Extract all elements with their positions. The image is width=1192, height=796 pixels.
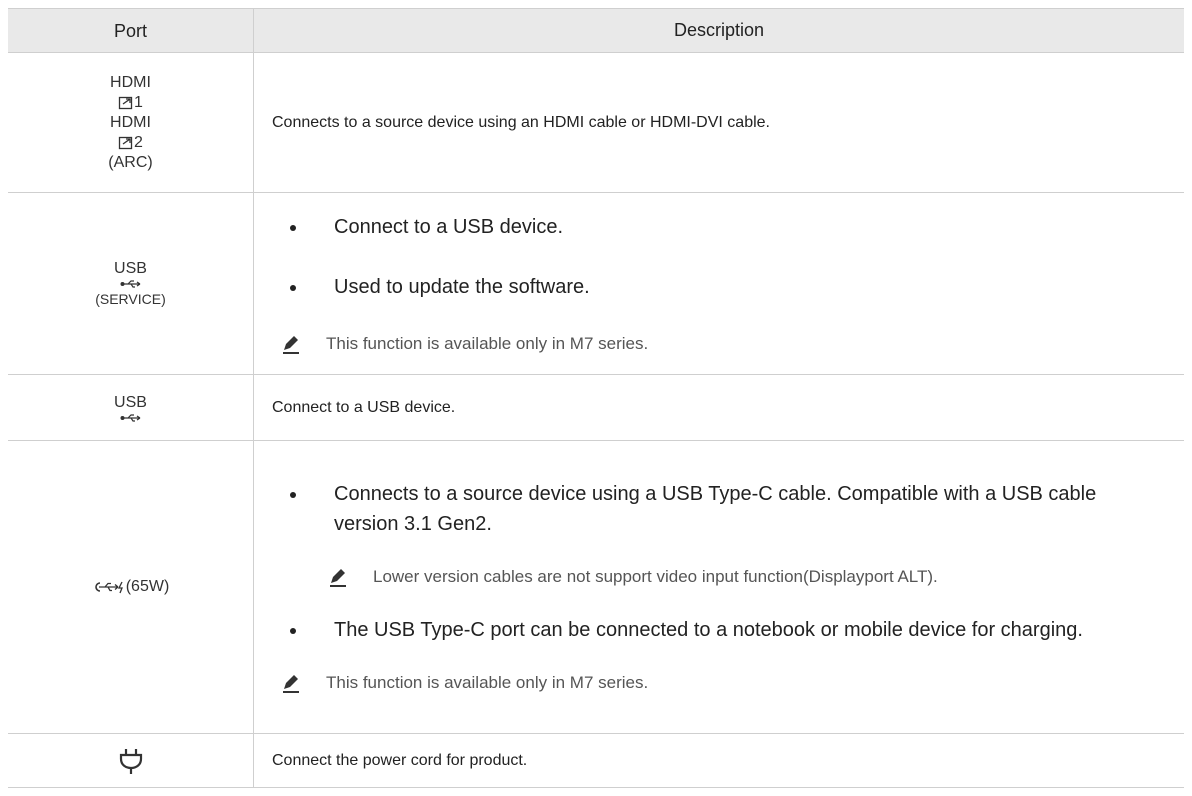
- note: This function is available only in M7 se…: [272, 671, 1184, 695]
- port-cell: USB: [8, 375, 254, 440]
- note-text: This function is available only in M7 se…: [326, 333, 649, 353]
- table-row: USB (SERVICE) Connect to a USB device. U…: [8, 193, 1184, 375]
- list-item: Connects to a source device using a USB …: [272, 479, 1184, 539]
- description-text: Connect to a USB device.: [272, 398, 456, 416]
- note-text: This function is available only in M7 se…: [326, 673, 649, 692]
- port-cell: HDMI 1 HDMI 2 (ARC): [8, 53, 254, 192]
- port-label: HDMI: [110, 73, 151, 91]
- list-item: Used to update the software.: [272, 272, 1184, 302]
- port-cell: [8, 734, 254, 787]
- pencil-note-icon: [283, 675, 299, 693]
- usb-icon: [120, 279, 140, 288]
- pencil-note-icon: [330, 569, 346, 587]
- port-cell: (65W): [8, 441, 254, 733]
- power-plug-icon: [119, 748, 142, 774]
- port-number: 2: [118, 133, 143, 153]
- description-text: Connect the power cord for product.: [272, 751, 528, 769]
- list-item: Connect to a USB device.: [272, 212, 1184, 242]
- usb-icon: [120, 413, 140, 422]
- port-number: 1: [118, 93, 143, 113]
- description-cell: Connects to a source device using a USB …: [254, 441, 1184, 733]
- port-label: (ARC): [108, 153, 153, 171]
- description-cell: Connects to a source device using an HDM…: [254, 53, 1184, 192]
- table-header: Port Description: [8, 9, 1184, 53]
- port-label: (65W): [125, 578, 170, 595]
- description-text: Connects to a source device using an HDM…: [272, 113, 770, 131]
- note-text: Lower version cables are not support vid…: [373, 567, 938, 586]
- table-row: Connect the power cord for product.: [8, 734, 1184, 788]
- port-cell: USB (SERVICE): [8, 193, 254, 374]
- port-label: USB: [114, 393, 147, 411]
- description-cell: Connect to a USB device.: [254, 375, 1184, 440]
- port-label: USB: [114, 259, 147, 277]
- note: This function is available only in M7 se…: [272, 332, 1184, 356]
- port-table: Port Description HDMI 1 HDMI 2 (ARC) Con…: [8, 8, 1184, 788]
- pencil-note-icon: [283, 335, 299, 354]
- header-description: Description: [673, 20, 765, 40]
- port-sublabel: (SERVICE): [95, 290, 166, 307]
- description-cell: Connect the power cord for product.: [254, 734, 1184, 787]
- table-row: USB Connect to a USB device.: [8, 375, 1184, 441]
- description-cell: Connect to a USB device. Used to update …: [254, 193, 1184, 374]
- table-row: HDMI 1 HDMI 2 (ARC) Connects to a source…: [8, 53, 1184, 193]
- list-item: The USB Type-C port can be connected to …: [272, 615, 1184, 645]
- header-port: Port: [8, 9, 254, 52]
- port-label: HDMI: [110, 113, 151, 131]
- usb-c-charging-icon: [94, 581, 123, 594]
- hdmi-input-icon: [118, 96, 133, 109]
- sub-note: Lower version cables are not support vid…: [272, 565, 1184, 589]
- table-row: (65W) Connects to a source device using …: [8, 441, 1184, 734]
- hdmi-input-icon: [118, 136, 133, 149]
